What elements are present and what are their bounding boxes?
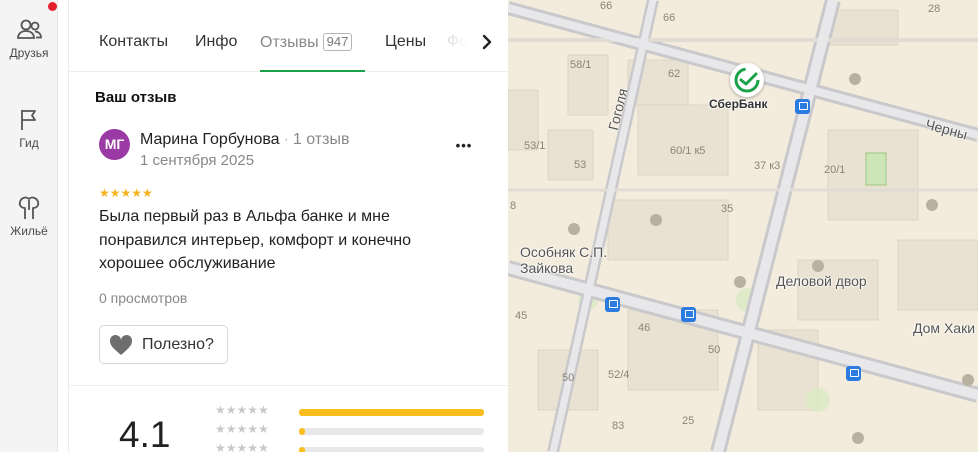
housing-label: Жильё xyxy=(10,224,48,238)
chevron-right-icon xyxy=(482,34,492,50)
house-number: 53 xyxy=(574,159,587,171)
flag-icon xyxy=(21,110,36,130)
poi-label[interactable]: Деловой двор xyxy=(776,273,867,289)
distribution-stars: ★★★★★ xyxy=(215,441,269,452)
house-number: 52/4 xyxy=(608,369,630,381)
notification-dot xyxy=(48,2,57,11)
house-number: 66 xyxy=(600,0,613,12)
house-number: 66 xyxy=(663,12,676,24)
rail-item-guide[interactable]: Гид xyxy=(0,106,58,150)
review-author: Марина Горбунова · 1 отзыв xyxy=(140,131,349,149)
house-number: 35 xyxy=(721,203,734,215)
house-number: 60/1 к5 xyxy=(670,145,706,157)
bus-stop-icon[interactable] xyxy=(846,366,861,381)
author-name[interactable]: Марина Горбунова xyxy=(140,131,280,148)
avatar[interactable]: МГ xyxy=(99,129,130,160)
useful-label: Полезно? xyxy=(142,336,214,353)
bus-stop-icon[interactable] xyxy=(795,99,810,114)
house-number: 50 xyxy=(562,372,575,384)
reviews-count-badge: 947 xyxy=(322,33,353,51)
review-text: Была первый раз в Альфа банке и мне понр… xyxy=(99,208,412,272)
tabs-next-button[interactable] xyxy=(475,28,499,56)
map[interactable]: 66 66 28 58/1 62 53/1 60/1 к5 37 к3 20/1… xyxy=(508,0,978,452)
bus-stop-icon[interactable] xyxy=(605,297,620,312)
distribution-bar-fill xyxy=(299,409,484,416)
review-stars: ★★★★★ xyxy=(99,186,153,200)
tab-fade xyxy=(439,20,469,60)
house-number: 62 xyxy=(668,68,681,80)
house-number: 46 xyxy=(638,322,651,334)
useful-button[interactable]: Полезно? xyxy=(99,325,228,364)
house-number: 20/1 xyxy=(824,164,846,176)
tab-contacts[interactable]: Контакты xyxy=(99,33,168,51)
section-divider xyxy=(69,385,509,386)
tab-reviews[interactable]: Отзывы 947 xyxy=(260,33,353,52)
left-rail: Друзья Гид Жильё xyxy=(0,0,58,452)
house-number: 45 xyxy=(515,310,528,322)
author-separator: · xyxy=(283,131,289,148)
rating-distribution-row: ★★★★★ xyxy=(215,441,495,452)
poi-label[interactable]: Особняк С.П. Зайкова xyxy=(520,244,630,276)
house-number: 58/1 xyxy=(570,59,592,71)
poi-label[interactable]: Дом Хаки xyxy=(913,320,975,336)
bus-stop-icon[interactable] xyxy=(681,307,696,322)
tab-reviews-label: Отзывы xyxy=(260,34,319,51)
distribution-bar-fill xyxy=(299,428,305,435)
poi-label[interactable]: СберБанк xyxy=(709,97,767,111)
review-date: 1 сентября 2025 xyxy=(140,152,255,169)
overall-rating: 4.1 xyxy=(119,414,171,452)
house-number: 37 к3 xyxy=(754,160,781,172)
guide-label: Гид xyxy=(19,136,39,150)
org-panel: Контакты Инфо Отзывы947 Цены Фо Ваш отзы… xyxy=(68,0,509,452)
distribution-bar-track xyxy=(299,447,484,452)
tab-info[interactable]: Инфо xyxy=(195,33,237,51)
distribution-bar-track xyxy=(299,428,484,435)
house-number: 8 xyxy=(510,200,517,212)
more-options-button[interactable]: ••• xyxy=(449,131,479,161)
active-tab-indicator xyxy=(260,70,365,72)
distribution-bar-track xyxy=(299,409,484,416)
tab-bar: Контакты Инфо Отзывы947 Цены Фо xyxy=(69,0,509,72)
house-number: 83 xyxy=(612,420,625,432)
house-number: 50 xyxy=(708,344,721,356)
sberbank-logo-icon xyxy=(734,67,760,93)
heart-icon xyxy=(109,334,133,355)
review-views: 0 просмотров xyxy=(99,290,188,306)
rating-distribution-row: ★★★★★ xyxy=(215,403,495,419)
sberbank-marker[interactable] xyxy=(730,63,764,97)
distribution-stars: ★★★★★ xyxy=(215,422,269,436)
house-number: 53/1 xyxy=(524,140,546,152)
tab-prices[interactable]: Цены xyxy=(385,33,426,51)
friends-icon xyxy=(17,19,42,39)
rail-item-housing[interactable]: Жильё xyxy=(0,194,58,238)
rating-distribution-row: ★★★★★ xyxy=(215,422,495,438)
house-number: 25 xyxy=(682,415,695,427)
housing-icon xyxy=(18,196,40,219)
author-review-count: 1 отзыв xyxy=(292,131,350,148)
rail-item-friends[interactable]: Друзья xyxy=(0,16,58,60)
distribution-bar-fill xyxy=(299,447,305,452)
distribution-stars: ★★★★★ xyxy=(215,403,269,417)
your-review-title: Ваш отзыв xyxy=(95,89,177,106)
house-number: 28 xyxy=(928,3,941,15)
friends-label: Друзья xyxy=(9,46,49,60)
